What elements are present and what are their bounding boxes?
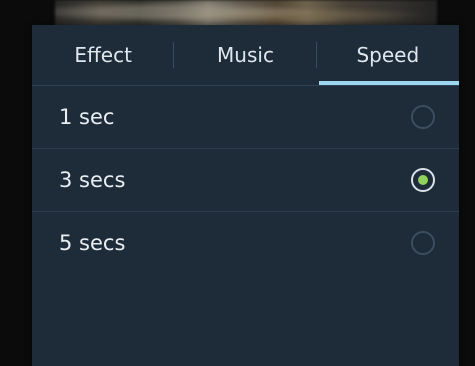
radio-unchecked-icon[interactable] [411,105,435,129]
tab-effect-label: Effect [74,43,132,67]
tab-music-label: Music [217,43,274,67]
tab-speed-label: Speed [356,43,420,67]
tab-effect[interactable]: Effect [32,25,175,85]
speed-option-5-secs[interactable]: 5 secs [32,212,459,274]
radio-checked-icon[interactable] [411,168,435,192]
slideshow-settings-panel: Effect Music Speed 1 sec 3 secs 5 secs [32,25,460,366]
screen: Effect Music Speed 1 sec 3 secs 5 secs [0,0,475,366]
speed-option-label: 3 secs [59,168,126,192]
speed-options-list: 1 sec 3 secs 5 secs [32,86,459,274]
tab-music[interactable]: Music [174,25,317,85]
speed-option-label: 1 sec [59,105,115,129]
speed-option-3-secs[interactable]: 3 secs [32,149,459,212]
speed-option-label: 5 secs [59,231,126,255]
radio-unchecked-icon[interactable] [411,231,435,255]
settings-tabs: Effect Music Speed [32,25,460,86]
tab-speed[interactable]: Speed [317,25,460,85]
speed-option-1-sec[interactable]: 1 sec [32,86,459,149]
